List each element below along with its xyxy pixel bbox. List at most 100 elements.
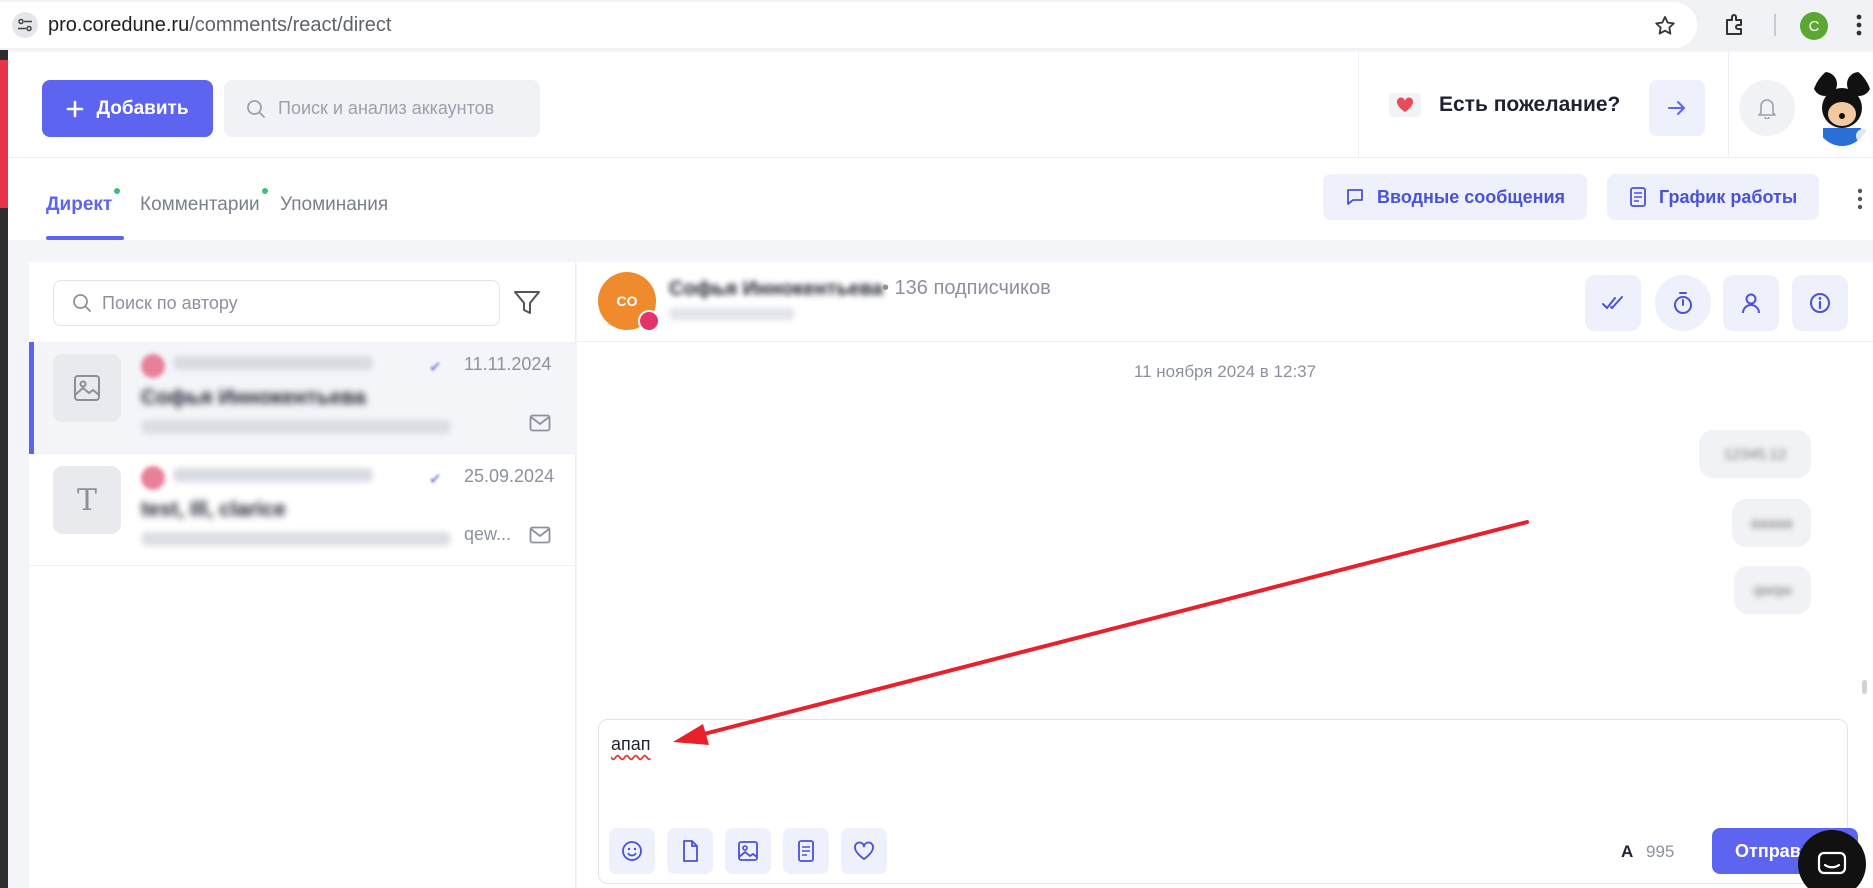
address-bar[interactable]: pro.coredune.ru/comments/react/direct — [0, 2, 1697, 48]
feedback-go-button[interactable] — [1649, 80, 1705, 136]
tab-mentions-label: Упоминания — [280, 194, 389, 215]
read-check-icon: ✔ — [429, 471, 442, 488]
add-button-label: Добавить — [96, 97, 189, 119]
heart-outline-icon — [854, 841, 874, 860]
schedule-button[interactable]: График работы — [1607, 174, 1820, 220]
chat-bubble-icon — [1347, 189, 1363, 205]
mark-read-button[interactable] — [1585, 275, 1641, 331]
unread-dot — [114, 188, 121, 194]
contact-handle — [669, 308, 795, 320]
message-bubble[interactable]: 12345.12 — [1699, 430, 1811, 478]
attach-image-button[interactable] — [725, 828, 771, 874]
url-path: /comments/react/direct — [189, 13, 392, 36]
conversation-handle — [173, 356, 373, 370]
tabs-bar: Директ Комментарии Упоминания Вводные со… — [8, 158, 1873, 240]
tab-mentions[interactable]: Упоминания — [280, 194, 388, 216]
message-date-separator: 11 ноября 2024 в 12:37 — [1133, 362, 1317, 381]
contact-avatar[interactable]: CO — [598, 272, 660, 332]
document-icon — [1630, 187, 1646, 207]
message-text: 12345.12 — [1723, 445, 1787, 463]
messages-scrollbar[interactable] — [1862, 680, 1867, 694]
intro-messages-button[interactable]: Вводные сообщения — [1323, 174, 1588, 220]
user-avatar[interactable] — [1811, 66, 1873, 146]
message-bubble[interactable]: ааааа — [1732, 499, 1811, 547]
message-text: ааааа — [1750, 514, 1793, 532]
search-icon — [247, 99, 265, 118]
intro-messages-label: Вводные сообщения — [1377, 186, 1566, 207]
url-host: pro.coredune.ru — [48, 13, 190, 36]
schedule-label: График работы — [1659, 186, 1798, 207]
conversation-name: test, Ill, clarice — [141, 498, 286, 521]
conversation-preview — [141, 420, 451, 434]
bookmark-star-icon[interactable] — [1653, 14, 1677, 43]
heart-icon — [1389, 93, 1421, 117]
extensions-icon[interactable] — [1722, 12, 1748, 43]
tab-comments-label: Комментарии — [140, 194, 260, 215]
file-icon — [683, 840, 698, 862]
profile-button[interactable] — [1723, 275, 1779, 331]
app-header: Добавить Поиск и анализ аккаунтов Есть п… — [8, 52, 1873, 158]
bell-icon — [1758, 99, 1776, 119]
notifications-button[interactable] — [1739, 80, 1795, 136]
instagram-badge-icon — [638, 310, 660, 332]
site-settings-icon[interactable] — [12, 12, 38, 38]
feedback-block: Есть пожелание? — [1358, 52, 1728, 158]
conversation-date: 11.11.2024 — [464, 354, 552, 374]
plus-icon — [67, 100, 84, 117]
window-edge-accent — [0, 60, 8, 208]
active-tab-indicator — [46, 236, 124, 240]
stopwatch-icon — [1674, 292, 1692, 314]
message-text: qwqw — [1753, 581, 1792, 599]
mail-icon — [529, 526, 551, 549]
composer-text[interactable]: апап — [611, 734, 651, 755]
author-search-placeholder: Поиск по автору — [102, 292, 238, 313]
search-icon — [73, 294, 91, 312]
info-button[interactable] — [1792, 275, 1848, 331]
chat-widget-icon — [1817, 851, 1847, 875]
chat-header: CO Софья Иннокентьева • 136 подписчиков — [577, 262, 1873, 342]
read-check-icon: ✔ — [429, 359, 442, 376]
conversation-item[interactable]: T ✔ 25.09.2024 test, Ill, clarice qew... — [29, 454, 576, 566]
instagram-icon — [141, 354, 165, 378]
browser-toolbar: pro.coredune.ru/comments/react/direct C — [0, 0, 1873, 50]
add-button[interactable]: Добавить — [42, 80, 213, 137]
conversation-date: 25.09.2024 — [464, 466, 555, 486]
smiley-icon — [622, 841, 642, 861]
more-options-icon[interactable] — [1856, 188, 1864, 215]
conversation-item[interactable]: ✔ 11.11.2024 Софья Иннокентьева — [29, 342, 576, 454]
emoji-button[interactable] — [609, 828, 655, 874]
contact-name[interactable]: Софья Иннокентьева — [669, 278, 883, 301]
toolbar-divider — [1774, 14, 1776, 36]
font-format-toggle[interactable]: A — [1621, 842, 1633, 862]
browser-menu-icon[interactable] — [1855, 12, 1863, 43]
browser-profile-avatar[interactable]: C — [1800, 12, 1828, 40]
document-icon — [798, 840, 814, 862]
user-area — [1728, 52, 1873, 158]
instagram-icon — [141, 466, 165, 490]
message-bubble[interactable]: qwqw — [1734, 566, 1811, 614]
url-text: pro.coredune.ru/comments/react/direct — [48, 14, 392, 37]
contact-initials: CO — [616, 293, 638, 309]
message-composer[interactable]: апап A 995 Отправить — [598, 719, 1858, 884]
author-search-input[interactable]: Поиск по автору — [53, 280, 500, 326]
favorite-button[interactable] — [841, 828, 887, 874]
user-icon — [1742, 293, 1760, 314]
info-icon — [1810, 293, 1830, 313]
templates-button[interactable] — [783, 828, 829, 874]
tab-direct-label: Директ — [46, 194, 113, 215]
attach-file-button[interactable] — [667, 828, 713, 874]
image-icon — [53, 354, 121, 422]
conversation-preview-suffix: qew... — [464, 524, 512, 544]
timer-button[interactable] — [1655, 275, 1711, 331]
unread-dot — [261, 188, 268, 194]
tab-comments[interactable]: Комментарии — [140, 188, 268, 216]
conversation-preview — [141, 532, 451, 546]
mail-icon — [529, 414, 551, 437]
double-check-icon — [1602, 296, 1623, 309]
tab-direct[interactable]: Директ — [46, 188, 121, 216]
image-icon — [738, 841, 758, 861]
char-counter: 995 — [1646, 842, 1675, 861]
filter-icon[interactable] — [513, 290, 541, 321]
chat-panel: CO Софья Иннокентьева • 136 подписчиков … — [577, 262, 1873, 888]
account-search-input[interactable]: Поиск и анализ аккаунтов — [224, 80, 540, 137]
